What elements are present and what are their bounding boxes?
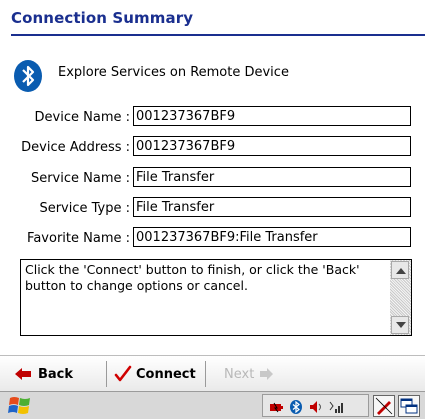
back-button[interactable]: Back — [14, 356, 73, 392]
window-switch-icon[interactable] — [398, 395, 420, 417]
bluetooth-icon — [14, 60, 42, 92]
toolbar-separator — [205, 361, 206, 387]
service-name-label: Service Name : — [30, 171, 130, 186]
page-title: Connection Summary — [11, 9, 194, 27]
scroll-down-button[interactable] — [391, 316, 409, 334]
connect-button-label: Connect — [136, 366, 196, 382]
device-address-field[interactable]: 001237367BF9 — [133, 136, 411, 156]
service-type-field[interactable]: File Transfer — [133, 197, 411, 217]
explore-services-heading: Explore Services on Remote Device — [58, 65, 289, 80]
start-icon[interactable] — [8, 395, 34, 416]
system-tray — [262, 394, 369, 417]
favorite-name-field[interactable]: 001237367BF9:File Transfer — [133, 227, 411, 247]
device-name-label: Device Name : — [34, 110, 130, 125]
volume-icon[interactable] — [309, 399, 323, 413]
next-arrow-icon — [260, 368, 274, 380]
pen-icon[interactable] — [373, 395, 395, 417]
back-button-label: Back — [38, 366, 74, 382]
taskbar — [0, 391, 425, 419]
next-button-label: Next — [224, 366, 255, 382]
device-name-field[interactable]: 001237367BF9 — [133, 106, 411, 126]
tray-bluetooth-icon[interactable] — [289, 399, 303, 414]
title-bar: Connection Summary — [0, 0, 425, 36]
signal-icon[interactable] — [329, 399, 343, 413]
connect-button[interactable]: Connect — [114, 356, 196, 392]
back-arrow-icon — [14, 367, 32, 381]
wizard-toolbar: Back Connect Next — [0, 355, 425, 392]
service-type-label: Service Type : — [39, 201, 130, 216]
next-button[interactable]: Next — [224, 356, 274, 392]
checkmark-icon — [114, 365, 132, 383]
service-name-field[interactable]: File Transfer — [133, 167, 411, 187]
favorite-name-label: Favorite Name : — [27, 231, 130, 246]
battery-icon[interactable] — [269, 399, 283, 413]
instructions-textbox[interactable]: Click the 'Connect' button to finish, or… — [20, 259, 412, 336]
scroll-up-button[interactable] — [391, 261, 409, 279]
scroll-up-arrow-icon — [396, 268, 406, 274]
instructions-text: Click the 'Connect' button to finish, or… — [25, 262, 360, 293]
scroll-down-arrow-icon — [396, 322, 406, 328]
vertical-scrollbar[interactable] — [390, 260, 411, 335]
device-address-label: Device Address : — [21, 140, 130, 155]
title-underline — [11, 34, 425, 36]
toolbar-separator — [106, 361, 107, 387]
